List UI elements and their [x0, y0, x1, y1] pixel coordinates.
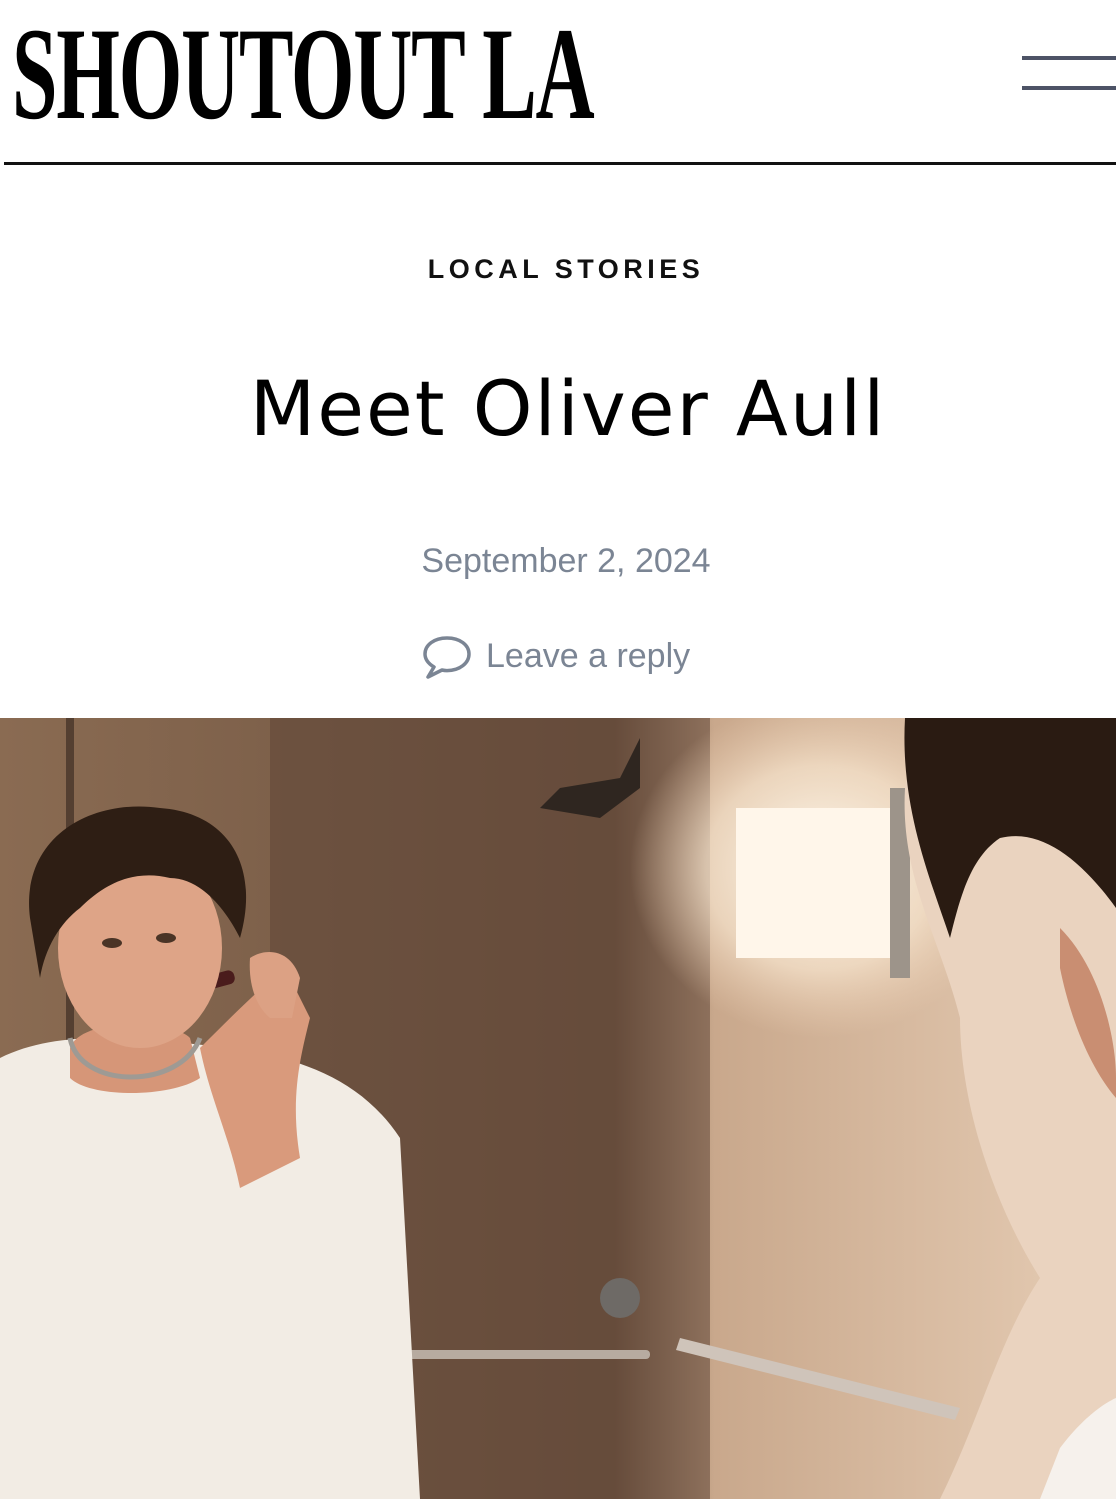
category-link[interactable]: LOCAL STORIES — [0, 254, 1116, 285]
publish-date[interactable]: September 2, 2024 — [0, 542, 1116, 581]
site-logo[interactable]: SHOUTOUT LA — [12, 8, 595, 140]
leave-reply-link[interactable]: Leave a reply — [422, 630, 690, 682]
leave-reply-label: Leave a reply — [486, 636, 691, 675]
light-fixture — [736, 808, 896, 958]
featured-image — [0, 718, 1116, 1499]
shower-valve — [600, 1278, 640, 1318]
site-header: SHOUTOUT LA — [0, 0, 1116, 166]
menu-bar-top — [1022, 56, 1116, 60]
header-divider — [4, 162, 1116, 165]
person-shirt — [0, 1038, 420, 1499]
person-eye-right — [156, 933, 176, 943]
comment-bubble-icon — [423, 636, 471, 679]
featured-photo-illustration — [0, 718, 1116, 1499]
menu-bar-bottom — [1022, 86, 1116, 90]
article-title: Meet Oliver Aull — [249, 364, 887, 453]
person-eye-left — [102, 938, 122, 948]
hamburger-menu-icon[interactable] — [1020, 50, 1116, 98]
